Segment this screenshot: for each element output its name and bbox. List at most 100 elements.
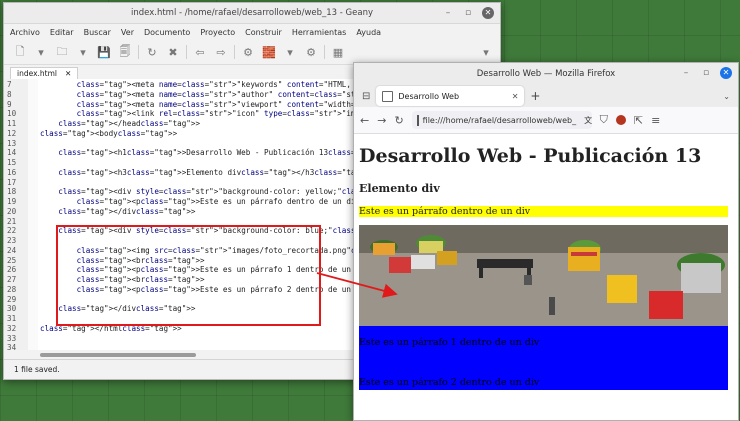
menu-construir[interactable]: Construir — [245, 28, 282, 37]
menu-proyecto[interactable]: Proyecto — [200, 28, 235, 37]
menu-buscar[interactable]: Buscar — [84, 28, 111, 37]
menu-ayuda[interactable]: Ayuda — [356, 28, 381, 37]
menu-icon[interactable]: ≡ — [651, 114, 660, 127]
line-number: 16 — [7, 167, 17, 177]
line-number: 14 — [7, 148, 17, 158]
forward-icon[interactable]: → — [377, 114, 386, 127]
minimize-icon[interactable]: – — [680, 67, 692, 79]
new-file-icon[interactable]: 🗋 — [12, 44, 28, 60]
tab-close-icon[interactable]: ✕ — [65, 69, 71, 78]
line-text: class="tag"><bodyclass="tag">> — [40, 128, 178, 138]
yellow-div: Este es un párrafo dentro de un div — [359, 206, 728, 217]
blue-paragraph-1: Este es un párrafo 1 dentro de un div — [359, 337, 540, 348]
compile-icon[interactable]: ⚙ — [240, 44, 256, 60]
tab-list-icon[interactable]: ⊟ — [362, 91, 370, 102]
tab-desarrollo-web[interactable]: Desarrollo Web ✕ — [376, 86, 525, 106]
line-number: 29 — [7, 294, 17, 304]
line-number: 23 — [7, 236, 17, 245]
menu-ver[interactable]: Ver — [121, 28, 134, 37]
forward-icon[interactable]: ⇨ — [213, 44, 229, 60]
reload-icon[interactable]: ↻ — [394, 114, 403, 127]
url-bar[interactable]: file:///home/rafael/desarrolloweb/web_ 文… — [411, 111, 592, 129]
menu-editar[interactable]: Editar — [50, 28, 74, 37]
line-number: 33 — [7, 333, 17, 343]
navigation-bar: ← → ↻ file:///home/rafael/desarrolloweb/… — [354, 107, 738, 134]
yellow-paragraph: Este es un párrafo dentro de un div — [359, 206, 531, 217]
execute-icon[interactable]: ⚙ — [303, 44, 319, 60]
line-number: 11 — [7, 119, 17, 128]
maximize-icon[interactable]: ▫ — [700, 67, 712, 79]
plaza-photo — [359, 225, 728, 326]
web-page-content: Desarrollo Web - Publicación 13 Elemento… — [354, 134, 738, 420]
open-file-icon[interactable]: 🗀 — [54, 44, 70, 60]
color-chooser-icon[interactable]: ▦ — [330, 44, 346, 60]
line-number: 21 — [7, 216, 17, 226]
dropdown-icon[interactable]: ▾ — [33, 44, 49, 60]
share-icon[interactable]: ⇱ — [634, 114, 643, 127]
line-text: class="tag"></headclass="tag">> — [58, 119, 201, 128]
line-text: class="tag"><div style=class="str">"back… — [58, 187, 401, 197]
page-subheading: Elemento div — [359, 182, 440, 195]
close-file-icon[interactable]: ✖ — [165, 44, 181, 60]
tab-label: index.html — [17, 69, 57, 78]
dropdown-icon[interactable]: ▾ — [75, 44, 91, 60]
line-number: 26 — [7, 265, 17, 275]
menu-documento[interactable]: Documento — [144, 28, 190, 37]
toolbar-overflow-icon[interactable]: ▾ — [478, 44, 494, 60]
toolbar-separator — [138, 45, 139, 59]
tab-index-html[interactable]: index.html ✕ — [10, 67, 79, 79]
line-number: 31 — [7, 314, 17, 323]
dropdown-icon[interactable]: ▾ — [282, 44, 298, 60]
page-heading: Desarrollo Web - Publicación 13 — [359, 145, 702, 167]
geany-menubar: Archivo Editar Buscar Ver Documento Proy… — [4, 24, 500, 40]
highlight-box — [56, 225, 321, 326]
pocket-icon[interactable]: ⛉ — [600, 113, 608, 127]
minimize-icon[interactable]: – — [442, 7, 454, 19]
line-number: 32 — [7, 323, 17, 333]
line-text: class="tag"><h3class="tag">>Elemento div… — [58, 167, 373, 177]
line-number: 10 — [7, 109, 17, 119]
page-favicon-icon — [382, 90, 394, 102]
file-icon — [416, 114, 419, 126]
firefox-tabstrip: ⊟ Desarrollo Web ✕ + ⌄ — [354, 85, 738, 107]
url-text: file:///home/rafael/desarrolloweb/web_ — [422, 115, 577, 125]
close-icon[interactable]: ✕ — [720, 67, 732, 79]
line-number: 24 — [7, 245, 17, 255]
blue-div: Este es un párrafo 1 dentro de un div Es… — [359, 225, 728, 390]
menu-archivo[interactable]: Archivo — [10, 28, 40, 37]
line-number: 17 — [7, 177, 17, 187]
line-number: 15 — [7, 158, 17, 167]
toolbar-separator — [186, 45, 187, 59]
geany-title: index.html - /home/rafael/desarrolloweb/… — [130, 8, 373, 18]
tab-overflow-icon[interactable]: ⌄ — [723, 92, 730, 101]
maximize-icon[interactable]: ▫ — [462, 7, 474, 19]
line-number: 13 — [7, 138, 17, 148]
menu-herramientas[interactable]: Herramientas — [292, 28, 347, 37]
extension-icon[interactable] — [615, 115, 626, 125]
line-text: class="tag"></divclass="tag">> — [58, 206, 196, 216]
geany-titlebar: index.html - /home/rafael/desarrolloweb/… — [4, 3, 500, 24]
line-number: 9 — [7, 99, 12, 109]
translate-icon[interactable]: 文 — [584, 115, 592, 126]
save-all-icon[interactable]: 🗐 — [117, 44, 133, 60]
close-icon[interactable]: ✕ — [482, 7, 494, 19]
line-number: 28 — [7, 284, 17, 294]
reload-icon[interactable]: ↻ — [144, 44, 160, 60]
line-number: 22 — [7, 226, 17, 236]
firefox-titlebar: Desarrollo Web — Mozilla Firefox – ▫ ✕ — [354, 63, 738, 85]
tab-close-icon[interactable]: ✕ — [512, 92, 519, 101]
tab-title: Desarrollo Web — [398, 91, 460, 101]
back-icon[interactable]: ⇦ — [192, 44, 208, 60]
line-number: 27 — [7, 275, 17, 284]
horizontal-scrollbar[interactable] — [40, 353, 196, 357]
line-number: 8 — [7, 89, 12, 99]
new-tab-button[interactable]: + — [530, 89, 540, 103]
build-icon[interactable]: 🧱 — [261, 44, 277, 60]
back-icon[interactable]: ← — [360, 114, 369, 127]
line-number: 25 — [7, 255, 17, 265]
toolbar-separator — [234, 45, 235, 59]
line-number: 12 — [7, 128, 17, 138]
toolbar-separator — [324, 45, 325, 59]
line-number: 34 — [7, 343, 17, 350]
save-icon[interactable]: 💾 — [96, 44, 112, 60]
